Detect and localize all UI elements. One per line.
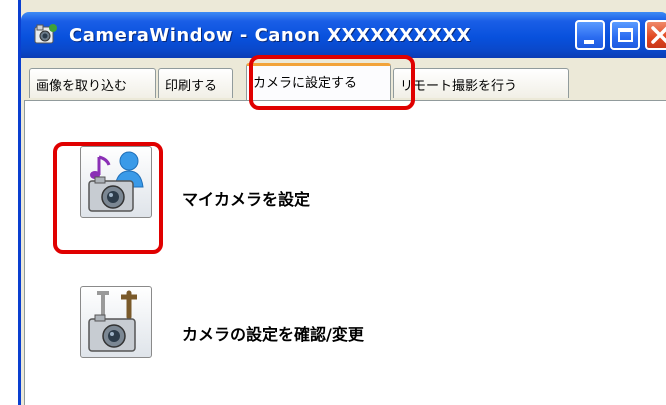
close-icon: [651, 26, 666, 44]
minimize-icon: [584, 40, 594, 44]
title-bar[interactable]: CameraWindow - Canon XXXXXXXXXX: [21, 12, 666, 58]
camera-settings-label[interactable]: カメラの設定を確認/変更: [182, 321, 364, 345]
tab-print[interactable]: 印刷する: [158, 68, 233, 98]
maximize-button[interactable]: [610, 20, 640, 50]
tab-remote-shooting[interactable]: リモート撮影を行う: [393, 68, 569, 98]
my-camera-label[interactable]: マイカメラを設定: [182, 186, 310, 210]
tab-label: リモート撮影を行う: [400, 79, 518, 94]
tab-label: 印刷する: [165, 79, 218, 94]
tab-import-images[interactable]: 画像を取り込む: [29, 68, 156, 98]
tab-camera-settings[interactable]: カメラに設定する: [246, 63, 391, 100]
tab-label: 画像を取り込む: [36, 79, 128, 94]
camera-settings-icon: [88, 290, 137, 352]
camerawindow-app: CameraWindow - Canon XXXXXXXXXX 画像を取り込む …: [18, 0, 666, 405]
minimize-button[interactable]: [575, 20, 605, 50]
tab-label: カメラに設定する: [253, 76, 358, 91]
my-camera-icon: [88, 151, 144, 212]
tab-bar: 画像を取り込む 印刷する カメラに設定する リモート撮影を行う: [21, 58, 666, 102]
close-button[interactable]: [645, 20, 666, 50]
maximize-icon: [618, 28, 633, 42]
my-camera-button[interactable]: [80, 146, 152, 218]
window-title: CameraWindow - Canon XXXXXXXXXX: [69, 25, 471, 46]
camerawindow-app-icon: [34, 24, 57, 44]
camera-settings-button[interactable]: [80, 286, 152, 358]
tab-content-panel: マイカメラを設定 カメラの設定を確認/変更: [24, 100, 666, 405]
